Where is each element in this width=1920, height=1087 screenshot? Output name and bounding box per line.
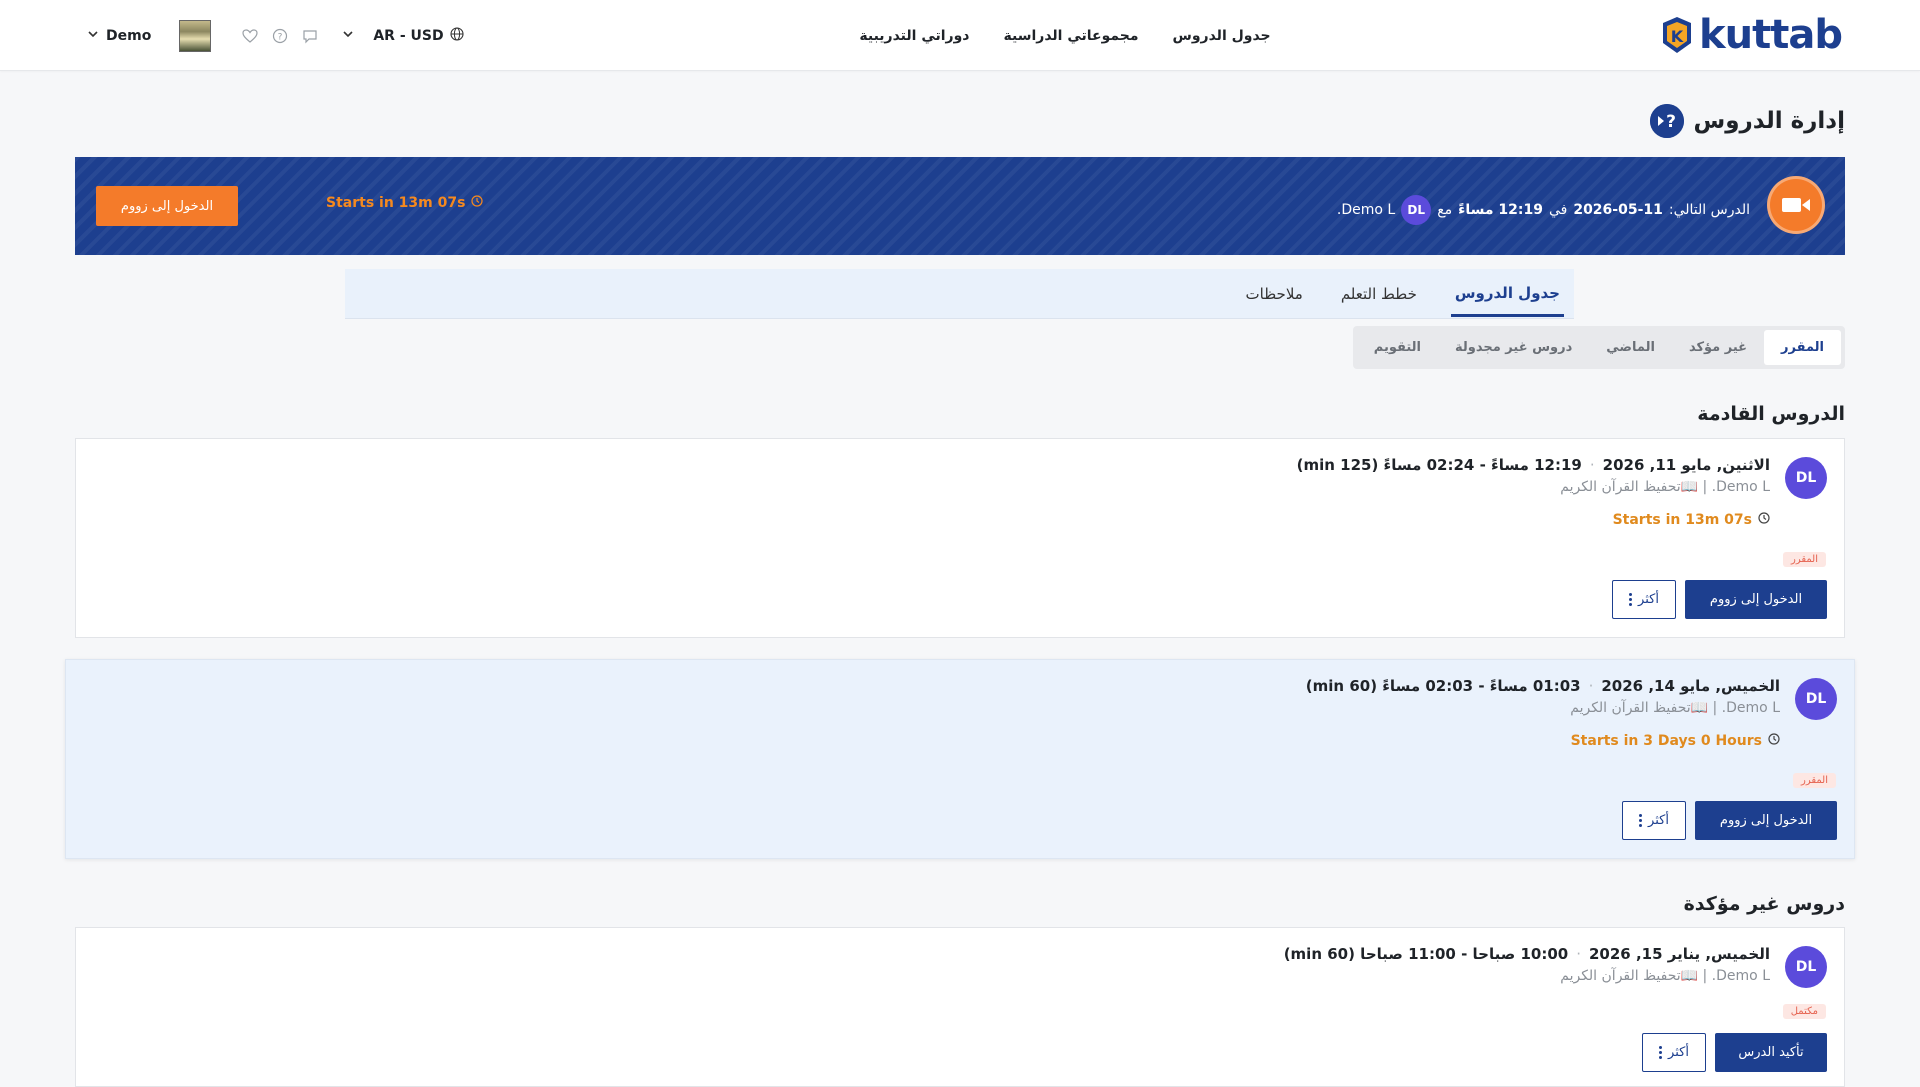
page-header: إدارة الدروس ? (1649, 104, 1845, 138)
lesson-tabs: جدول الدروس خطط التعلم ملاحظات (1242, 269, 1564, 319)
lesson-date: الخميس, يناير 15, 2026 (1588, 945, 1770, 963)
teacher-avatar: DL (1785, 946, 1827, 988)
teacher-avatar: DL (1785, 457, 1827, 499)
status-badge: المقرر (1782, 552, 1826, 567)
lesson-countdown: Starts in 13m 07s (1613, 512, 1770, 528)
tab-learning-plans[interactable]: خطط التعلم (1337, 273, 1421, 315)
lesson-teacher-course: Demo L. | 📖تحفيظ القرآن الكريم (1560, 968, 1770, 984)
chevron-down-icon (88, 29, 98, 42)
next-lesson-with: مع (1437, 202, 1453, 218)
join-zoom-button[interactable]: الدخول إلى زووم (96, 186, 238, 226)
more-button[interactable]: أكثر (1622, 801, 1686, 840)
lesson-countdown: Starts in 3 Days 0 Hours (1571, 733, 1780, 749)
kebab-icon (1639, 814, 1643, 827)
status-badge: مكتمل (1782, 1004, 1826, 1019)
header-utilities: Demo ? AR - USD (88, 0, 468, 71)
lesson-filter-tabs: المقرر غير مؤكد الماضي دروس غير مجدولة ا… (1352, 326, 1845, 369)
video-camera-icon (1767, 176, 1825, 234)
kebab-icon (1659, 1046, 1663, 1059)
separator-dot: · (1588, 677, 1594, 695)
user-name: Demo (106, 27, 152, 44)
next-lesson-info: الدرس التالي: 2026-05-11 في 12:19 مساءً … (1337, 195, 1750, 225)
separator-dot: · (1576, 945, 1581, 963)
kebab-icon (1629, 593, 1633, 606)
nav-study-groups[interactable]: مجموعاتي الدراسية (1004, 28, 1139, 44)
next-lesson-banner: الدرس التالي: 2026-05-11 في 12:19 مساءً … (75, 157, 1845, 255)
lesson-time: 10:00 صباحا - 11:00 صباحا (60 min) (1283, 945, 1569, 963)
lesson-time: 12:19 مساءً - 02:24 مساءً (125 min) (1296, 456, 1582, 474)
tab-lesson-schedule[interactable]: جدول الدروس (1450, 272, 1564, 317)
more-button[interactable]: أكثر (1612, 580, 1676, 619)
currency-label: AR - USD (373, 27, 444, 44)
lesson-teacher-course: Demo L. | 📖تحفيظ القرآن الكريم (1560, 479, 1770, 495)
page-title: إدارة الدروس (1693, 108, 1845, 134)
unconfirmed-lessons-title: دروس غير مؤكدة (1683, 893, 1845, 915)
lesson-date: الاثنين, مايو 11, 2026 (1602, 456, 1770, 474)
clock-icon (1758, 512, 1770, 528)
help-circle-icon[interactable]: ? (271, 27, 289, 45)
status-badge: المقرر (1792, 773, 1836, 788)
lesson-datetime: الخميس, يناير 15, 2026 · 10:00 صباحا - 1… (1284, 945, 1770, 963)
clock-icon (1768, 733, 1780, 749)
header-icons: ? (241, 27, 319, 45)
join-zoom-button[interactable]: الدخول إلى زووم (1685, 580, 1827, 619)
next-lesson-date: 2026-05-11 (1573, 202, 1663, 218)
lesson-date: الخميس, مايو 14, 2026 (1601, 677, 1780, 695)
countdown-text: Starts in 3 Days 0 Hours (1570, 733, 1762, 749)
main-nav: جدول الدروس مجموعاتي الدراسية دوراتي الت… (855, 0, 1275, 71)
countdown-text: Starts in 13m 07s (1612, 512, 1752, 528)
more-label: أكثر (1668, 1045, 1689, 1060)
next-lesson-teacher: Demo L. (1336, 202, 1396, 218)
more-label: أكثر (1638, 592, 1659, 607)
chat-icon[interactable] (301, 27, 319, 45)
lesson-card: DL الاثنين, مايو 11, 2026 · 12:19 مساءً … (75, 438, 1845, 638)
lesson-datetime: الاثنين, مايو 11, 2026 · 12:19 مساءً - 0… (1297, 456, 1770, 474)
lesson-datetime: الخميس, مايو 14, 2026 · 01:03 مساءً - 02… (1306, 677, 1780, 695)
globe-icon (450, 26, 464, 45)
next-lesson-at: في (1548, 202, 1568, 218)
nav-training-courses[interactable]: دوراتي التدريبية (859, 28, 969, 44)
countdown-text: Starts in 13m 07s (326, 195, 466, 211)
subtab-unscheduled[interactable]: دروس غير مجدولة (1438, 330, 1589, 365)
lesson-card: DL الخميس, مايو 14, 2026 · 01:03 مساءً -… (65, 659, 1855, 859)
svg-text:K: K (1671, 27, 1684, 46)
separator-dot: · (1589, 456, 1595, 474)
join-zoom-button[interactable]: الدخول إلى زووم (1695, 801, 1837, 840)
kuttab-logo[interactable]: K kuttab (1657, 12, 1843, 58)
heart-icon[interactable] (241, 27, 259, 45)
user-menu[interactable]: Demo (88, 19, 212, 52)
nav-lesson-schedule[interactable]: جدول الدروس (1173, 28, 1271, 44)
lesson-tabs-bar: جدول الدروس خطط التعلم ملاحظات (345, 269, 1574, 319)
video-help-icon[interactable]: ? (1649, 104, 1684, 138)
subtab-unconfirmed[interactable]: غير مؤكد (1672, 330, 1764, 365)
svg-text:?: ? (1666, 112, 1676, 132)
upcoming-lessons-title: الدروس القادمة (1697, 403, 1845, 425)
clock-icon (471, 195, 484, 211)
more-button[interactable]: أكثر (1642, 1033, 1706, 1072)
logo-text: kuttab (1699, 12, 1843, 58)
next-lesson-prefix: الدرس التالي: (1668, 202, 1750, 218)
lesson-time: 01:03 مساءً - 02:03 مساءً (60 min) (1305, 677, 1581, 695)
subtab-past[interactable]: الماضي (1589, 330, 1672, 365)
subtab-scheduled[interactable]: المقرر (1764, 330, 1841, 365)
top-navbar: K kuttab جدول الدروس مجموعاتي الدراسية د… (0, 0, 1920, 71)
next-lesson-time: 12:19 مساءً (1458, 202, 1543, 218)
teacher-initials-badge: DL (1401, 195, 1432, 225)
teacher-avatar: DL (1795, 678, 1837, 720)
chevron-down-icon (343, 29, 353, 42)
confirm-lesson-button[interactable]: تأكيد الدرس (1715, 1033, 1827, 1072)
tab-notes[interactable]: ملاحظات (1242, 273, 1307, 315)
logo-k-icon: K (1657, 15, 1697, 55)
subtab-calendar[interactable]: التقويم (1357, 330, 1438, 365)
next-lesson-countdown: Starts in 13m 07s (326, 195, 484, 211)
svg-text:?: ? (278, 32, 283, 42)
more-label: أكثر (1648, 813, 1669, 828)
language-currency-selector[interactable]: AR - USD (343, 26, 464, 45)
lesson-teacher-course: Demo L. | 📖تحفيظ القرآن الكريم (1570, 700, 1780, 716)
lesson-card: DL الخميس, يناير 15, 2026 · 10:00 صباحا … (75, 927, 1845, 1087)
user-avatar (179, 19, 212, 52)
